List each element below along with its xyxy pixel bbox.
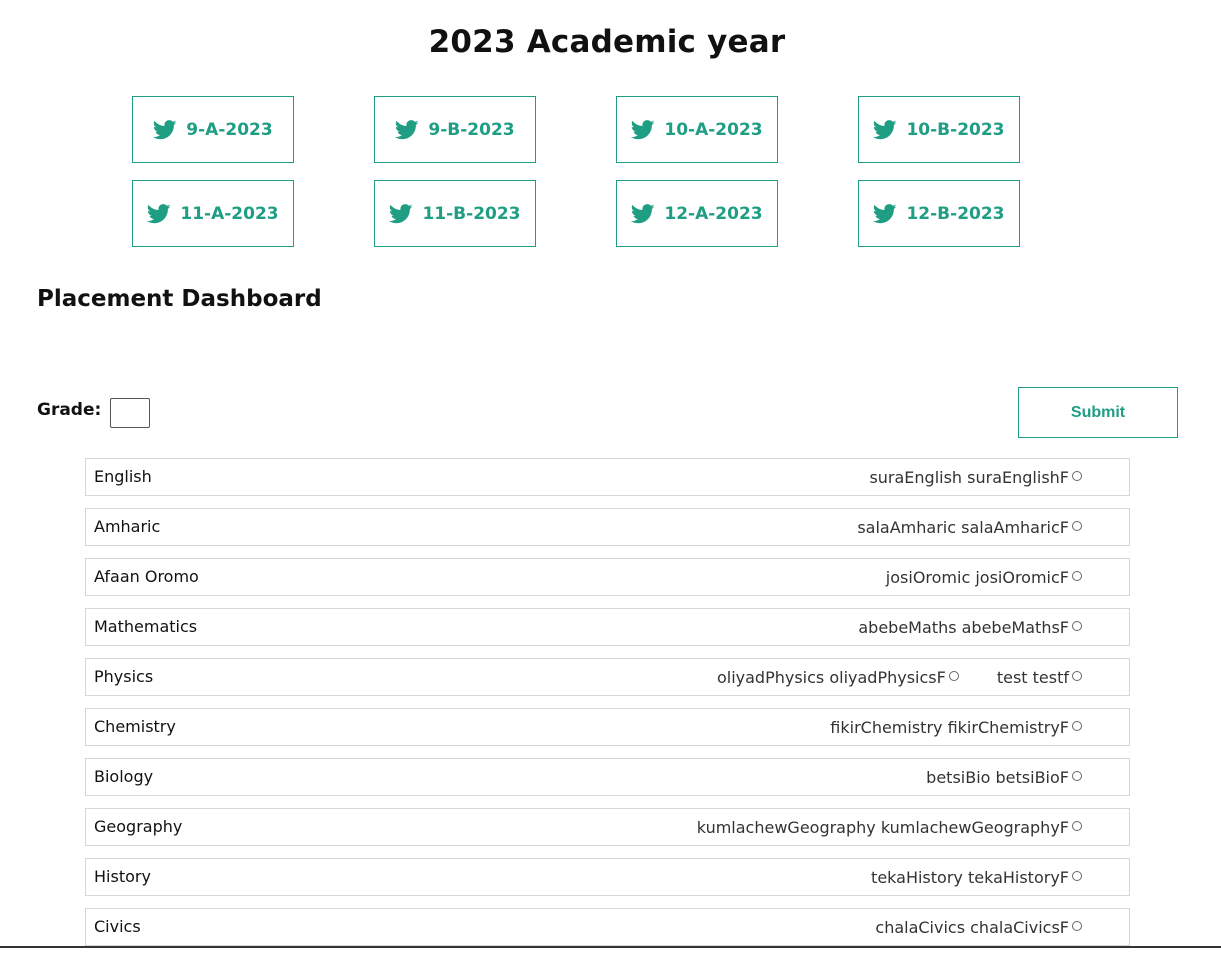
- teacher-options: abebeMaths abebeMathsF: [858, 609, 1082, 645]
- teacher-options: josiOromic josiOromicF: [886, 559, 1082, 595]
- twitter-bird-icon: [389, 203, 414, 223]
- teacher-name: oliyadPhysics oliyadPhysicsF: [716, 667, 946, 687]
- teacher-options: salaAmharic salaAmharicF: [857, 509, 1082, 545]
- subject-list: English suraEnglish suraEnglishF Amharic sa…: [85, 458, 1130, 958]
- teacher-radio[interactable]: [1072, 771, 1082, 781]
- page-title: 2023 Academic year: [428, 24, 786, 60]
- subject-row: Chemistry fikirChemistry fikirChemistryF: [85, 708, 1130, 746]
- subject-name: Mathematics: [94, 617, 198, 636]
- teacher-radio[interactable]: [1072, 721, 1082, 731]
- twitter-bird-icon: [631, 203, 655, 223]
- subject-name: Biology: [94, 767, 154, 786]
- class-button-11-a-2023[interactable]: 11-A-2023: [132, 180, 294, 247]
- teacher-option[interactable]: test testf: [997, 668, 1082, 687]
- class-button-10-a-2023[interactable]: 10-A-2023: [616, 96, 778, 163]
- class-button-label: 9-A-2023: [186, 119, 273, 140]
- class-button-label: 12-B-2023: [906, 203, 1005, 224]
- teacher-radio[interactable]: [1072, 571, 1082, 581]
- teacher-option[interactable]: tekaHistory tekaHistoryF: [871, 868, 1082, 887]
- subject-row: Amharic salaAmharic salaAmharicF: [85, 508, 1130, 546]
- subject-name: Physics: [94, 667, 154, 686]
- teacher-name: kumlachewGeography kumlachewGeographyF: [696, 817, 1069, 837]
- class-button-label: 9-B-2023: [428, 119, 515, 140]
- class-button-12-a-2023[interactable]: 12-A-2023: [616, 180, 778, 247]
- subject-row: Geography kumlachewGeography kumlachewGeo…: [85, 808, 1130, 846]
- class-button-9-a-2023[interactable]: 9-A-2023: [132, 96, 294, 163]
- teacher-options: oliyadPhysics oliyadPhysicsF test testf: [717, 659, 1082, 695]
- teacher-radio[interactable]: [948, 671, 959, 681]
- twitter-bird-icon: [395, 119, 419, 139]
- teacher-option[interactable]: kumlachewGeography kumlachewGeographyF: [697, 818, 1082, 837]
- teacher-name: tekaHistory tekaHistoryF: [871, 867, 1069, 887]
- teacher-name: salaAmharic salaAmharicF: [857, 517, 1069, 537]
- teacher-name: chalaCivics chalaCivicsF: [875, 917, 1069, 937]
- grade-label: Grade:: [37, 400, 102, 420]
- teacher-option[interactable]: salaAmharic salaAmharicF: [857, 518, 1082, 537]
- teacher-option[interactable]: betsiBio betsiBioF: [926, 768, 1082, 787]
- teacher-options: chalaCivics chalaCivicsF: [875, 909, 1082, 945]
- teacher-option[interactable]: suraEnglish suraEnglishF: [869, 468, 1082, 487]
- teacher-radio[interactable]: [1072, 821, 1082, 831]
- class-button-label: 12-A-2023: [664, 203, 763, 224]
- subject-row: English suraEnglish suraEnglishF: [85, 458, 1130, 496]
- class-button-11-b-2023[interactable]: 11-B-2023: [374, 180, 536, 247]
- teacher-name: josiOromic josiOromicF: [885, 567, 1069, 587]
- teacher-radio[interactable]: [1072, 621, 1082, 631]
- teacher-radio[interactable]: [1072, 921, 1082, 931]
- subject-row: History tekaHistory tekaHistoryF: [85, 858, 1130, 896]
- twitter-bird-icon: [153, 119, 177, 139]
- subject-name: English: [94, 467, 152, 486]
- class-button-label: 10-A-2023: [664, 119, 763, 140]
- class-button-grid: 9-A-2023 9-B-2023 10-A-2023 10-B-2023 11-A-2…: [132, 96, 1020, 247]
- subject-name: Geography: [94, 817, 183, 836]
- class-button-label: 11-B-2023: [422, 203, 521, 224]
- teacher-radio[interactable]: [1072, 521, 1082, 531]
- twitter-bird-icon: [147, 203, 171, 223]
- teacher-option[interactable]: abebeMaths abebeMathsF: [858, 618, 1082, 637]
- teacher-radio[interactable]: [1072, 471, 1082, 481]
- subject-row: Mathematics abebeMaths abebeMathsF: [85, 608, 1130, 646]
- subject-name: Amharic: [94, 517, 161, 536]
- teacher-radio[interactable]: [1072, 871, 1082, 881]
- twitter-bird-icon: [873, 203, 898, 223]
- subject-row: Civics chalaCivics chalaCivicsF: [85, 908, 1130, 946]
- teacher-option[interactable]: josiOromic josiOromicF: [886, 568, 1082, 587]
- class-button-label: 11-A-2023: [180, 203, 279, 224]
- subject-row: Physics oliyadPhysics oliyadPhysicsF test …: [85, 658, 1130, 696]
- teacher-name: betsiBio betsiBioF: [926, 767, 1069, 787]
- teacher-option[interactable]: oliyadPhysics oliyadPhysicsF: [717, 668, 959, 687]
- subject-name: History: [94, 867, 151, 886]
- subject-row: Afaan Oromo josiOromic josiOromicF: [85, 558, 1130, 596]
- teacher-options: suraEnglish suraEnglishF: [869, 459, 1082, 495]
- teacher-options: fikirChemistry fikirChemistryF: [830, 709, 1082, 745]
- class-button-12-b-2023[interactable]: 12-B-2023: [858, 180, 1020, 247]
- class-button-10-b-2023[interactable]: 10-B-2023: [858, 96, 1020, 163]
- subject-name: Civics: [94, 917, 141, 936]
- section-title: Placement Dashboard: [37, 286, 322, 312]
- class-button-9-b-2023[interactable]: 9-B-2023: [374, 96, 536, 163]
- teacher-options: tekaHistory tekaHistoryF: [871, 859, 1082, 895]
- teacher-name: abebeMaths abebeMathsF: [858, 617, 1069, 637]
- twitter-bird-icon: [873, 119, 898, 139]
- teacher-option[interactable]: fikirChemistry fikirChemistryF: [830, 718, 1082, 737]
- teacher-radio[interactable]: [1072, 671, 1082, 681]
- teacher-name: test testf: [996, 667, 1069, 687]
- teacher-name: suraEnglish suraEnglishF: [869, 467, 1069, 487]
- grade-input[interactable]: [110, 398, 150, 428]
- class-button-label: 10-B-2023: [906, 119, 1005, 140]
- submit-button[interactable]: Submit: [1018, 387, 1178, 438]
- teacher-options: betsiBio betsiBioF: [926, 759, 1082, 795]
- subject-name: Chemistry: [94, 717, 176, 736]
- teacher-name: fikirChemistry fikirChemistryF: [830, 717, 1069, 737]
- subject-row: Biology betsiBio betsiBioF: [85, 758, 1130, 796]
- teacher-option[interactable]: chalaCivics chalaCivicsF: [875, 918, 1082, 937]
- twitter-bird-icon: [631, 119, 655, 139]
- subject-name: Afaan Oromo: [94, 567, 199, 586]
- teacher-options: kumlachewGeography kumlachewGeographyF: [697, 809, 1082, 845]
